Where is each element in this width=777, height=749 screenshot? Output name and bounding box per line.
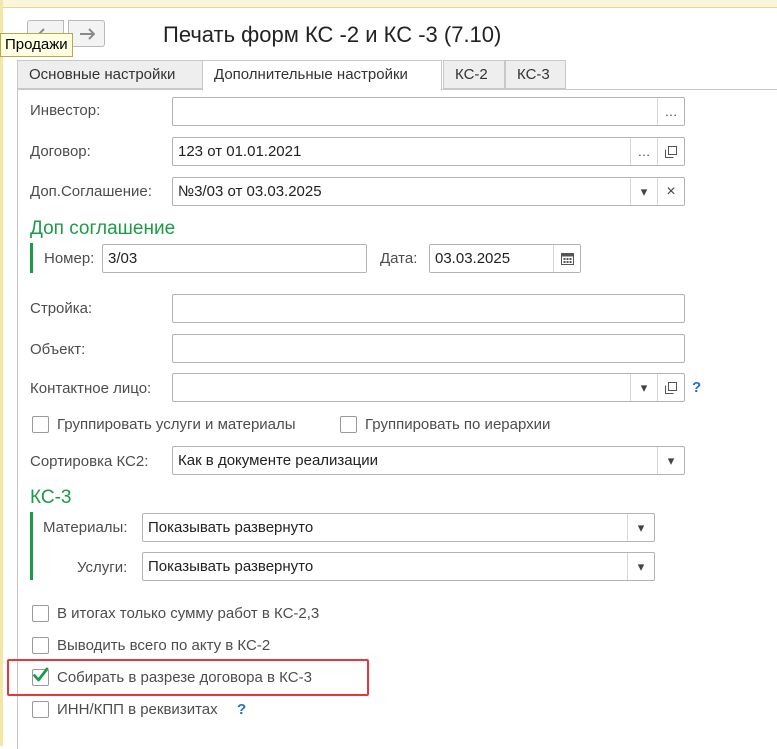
number-field[interactable]: 3/03	[102, 244, 367, 273]
group-services-label: Группировать услуги и материалы	[57, 416, 296, 433]
inn-kpp-checkbox[interactable]	[32, 701, 49, 718]
contact-field[interactable]: ▾	[172, 373, 685, 402]
group-services-checkbox[interactable]	[32, 416, 49, 433]
group-hierarchy-checkbox[interactable]	[340, 416, 357, 433]
open-icon	[665, 381, 677, 394]
investor-label: Инвестор:	[30, 102, 101, 119]
materials-select[interactable]: Показывать развернуто ▾	[142, 513, 655, 542]
agreement-value: №3/03 от 03.03.2025	[178, 183, 322, 200]
materials-label: Материалы:	[43, 519, 128, 536]
tooltip: Продажи	[0, 33, 73, 57]
ks3-section-bar	[30, 512, 33, 580]
materials-dropdown-button[interactable]: ▾	[627, 514, 654, 541]
date-field[interactable]: 03.03.2025	[429, 244, 581, 273]
total-by-act-checkbox[interactable]	[32, 637, 49, 654]
agreement-clear-button[interactable]: ×	[657, 178, 684, 205]
inn-kpp-label: ИНН/КПП в реквизитах	[57, 701, 218, 718]
collect-by-contract-checkbox[interactable]	[32, 667, 49, 686]
contract-value: 123 от 01.01.2021	[178, 143, 302, 160]
date-value: 03.03.2025	[435, 250, 511, 267]
agreement-section-title: Доп соглашение	[30, 218, 176, 239]
object-field[interactable]	[172, 334, 685, 363]
agreement-dropdown-button[interactable]: ▾	[630, 178, 657, 205]
date-label: Дата:	[380, 250, 418, 267]
investor-field[interactable]: …	[172, 97, 685, 126]
forward-button[interactable]	[68, 20, 105, 47]
construction-field[interactable]	[172, 294, 685, 323]
calendar-icon	[560, 253, 574, 265]
contact-dropdown-button[interactable]: ▾	[630, 374, 657, 401]
only-works-sum-label: В итогах только сумму работ в КС-2,3	[57, 605, 320, 622]
checkmark-icon	[33, 667, 49, 682]
inn-kpp-help-icon[interactable]: ?	[237, 701, 246, 718]
tab-ks3[interactable]: КС-3	[505, 60, 566, 89]
investor-select-button[interactable]: …	[657, 98, 684, 125]
tab-main-settings[interactable]: Основные настройки	[17, 60, 203, 89]
agreement-section-bar	[30, 243, 33, 273]
sort-ks2-value: Как в документе реализации	[178, 452, 378, 469]
page-title: Печать форм КС -2 и КС -3 (7.10)	[163, 22, 502, 47]
sort-ks2-label: Сортировка КС2:	[30, 453, 149, 470]
tab-additional-settings[interactable]: Дополнительные настройки	[202, 60, 442, 91]
services-label: Услуги:	[77, 559, 128, 576]
number-label: Номер:	[44, 250, 95, 267]
ks3-section-title: КС-3	[30, 487, 72, 508]
group-hierarchy-label: Группировать по иерархии	[365, 416, 551, 433]
window-left-frame	[0, 0, 3, 746]
contract-open-button[interactable]	[657, 138, 684, 165]
construction-label: Стройка:	[30, 300, 93, 317]
total-by-act-label: Выводить всего по акту в КС-2	[57, 637, 271, 654]
services-select[interactable]: Показывать развернуто ▾	[142, 552, 655, 581]
only-works-sum-checkbox[interactable]	[32, 605, 49, 622]
collect-by-contract-label: Собирать в разрезе договора в КС-3	[57, 669, 312, 686]
materials-value: Показывать развернуто	[148, 519, 314, 536]
services-value: Показывать развернуто	[148, 558, 314, 575]
open-icon	[665, 145, 677, 158]
object-label: Объект:	[30, 341, 86, 358]
contract-field[interactable]: 123 от 01.01.2021 …	[172, 137, 685, 166]
contact-help-icon[interactable]: ?	[692, 379, 701, 396]
window-top-frame	[0, 0, 777, 8]
agreement-label: Доп.Соглашение:	[30, 183, 152, 200]
calendar-button[interactable]	[553, 245, 580, 272]
contract-label: Договор:	[30, 143, 91, 160]
tab-ks2[interactable]: КС-2	[443, 60, 505, 89]
sort-ks2-select[interactable]: Как в документе реализации ▾	[172, 446, 685, 475]
contact-label: Контактное лицо:	[30, 380, 152, 397]
contact-open-button[interactable]	[657, 374, 684, 401]
contract-select-button[interactable]: …	[630, 138, 657, 165]
arrow-right-icon	[79, 27, 95, 40]
number-value: 3/03	[108, 250, 138, 267]
services-dropdown-button[interactable]: ▾	[627, 553, 654, 580]
agreement-field[interactable]: №3/03 от 03.03.2025 ▾ ×	[172, 177, 685, 206]
sort-ks2-dropdown-button[interactable]: ▾	[657, 447, 684, 474]
